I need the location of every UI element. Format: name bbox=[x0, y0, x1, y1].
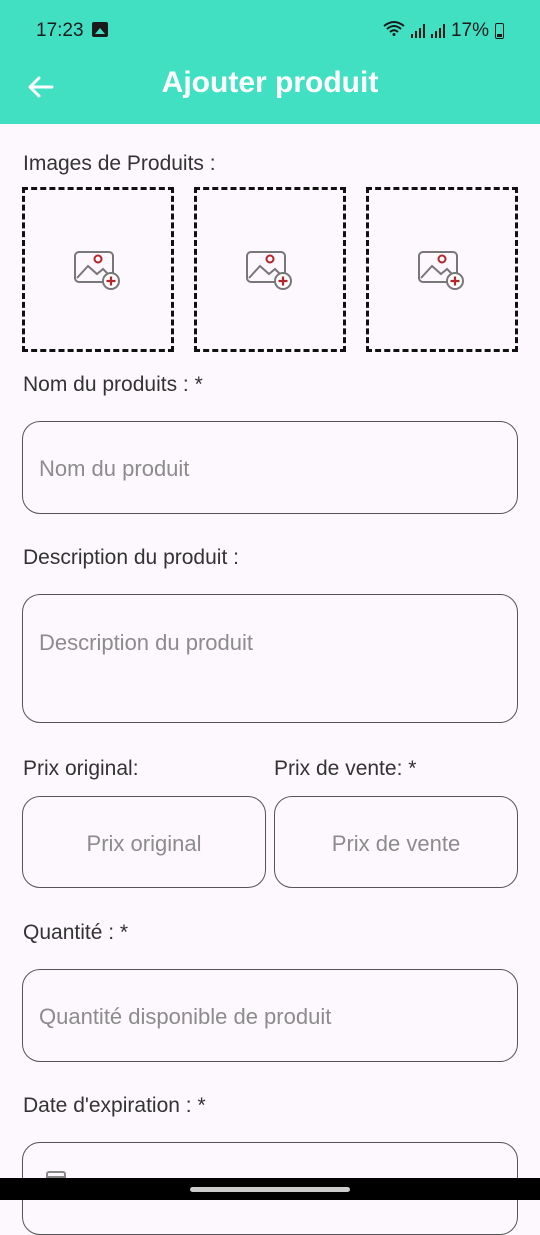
sale-price-placeholder: Prix de vente bbox=[331, 831, 461, 856]
images-label: Images de Produits : bbox=[23, 152, 216, 175]
app-bar: Ajouter produit bbox=[0, 58, 540, 124]
quantity-input[interactable]: Quantité disponible de produit bbox=[22, 969, 518, 1062]
original-price-input[interactable]: Prix original bbox=[22, 796, 266, 888]
image-slot-2[interactable] bbox=[194, 187, 346, 352]
status-bar: 17:23 17% bbox=[0, 0, 540, 58]
wifi-icon bbox=[383, 20, 405, 42]
status-time: 17:23 bbox=[36, 20, 84, 41]
product-name-input[interactable]: Nom du produit bbox=[22, 421, 518, 514]
page-title: Ajouter produit bbox=[161, 66, 379, 99]
add-image-icon bbox=[418, 250, 464, 290]
home-gesture-handle[interactable] bbox=[190, 1187, 350, 1192]
original-price-label: Prix original: bbox=[23, 757, 139, 780]
description-placeholder: Description du produit bbox=[39, 630, 254, 655]
navigation-bar bbox=[0, 1178, 540, 1200]
image-slot-1[interactable] bbox=[22, 187, 174, 352]
status-indicators: 17% bbox=[383, 20, 504, 42]
battery-icon bbox=[495, 23, 504, 39]
quantity-label: Quantité : * bbox=[23, 921, 129, 944]
gallery-notification-icon bbox=[92, 22, 108, 37]
image-slot-3[interactable] bbox=[366, 187, 518, 352]
signal-icon-2 bbox=[430, 24, 445, 38]
description-label: Description du produit : bbox=[23, 546, 239, 569]
product-name-placeholder: Nom du produit bbox=[39, 456, 190, 481]
add-image-icon bbox=[74, 250, 120, 290]
quantity-placeholder: Quantité disponible de produit bbox=[39, 1004, 332, 1029]
battery-level: 17% bbox=[450, 20, 489, 41]
product-name-label: Nom du produits : * bbox=[23, 373, 203, 396]
sale-price-label: Prix de vente: * bbox=[274, 757, 417, 780]
expiration-label: Date d'expiration : * bbox=[23, 1094, 206, 1117]
sale-price-input[interactable]: Prix de vente bbox=[274, 796, 518, 888]
signal-icon bbox=[410, 24, 425, 38]
description-input[interactable]: Description du produit bbox=[22, 594, 518, 723]
add-image-icon bbox=[246, 250, 292, 290]
original-price-placeholder: Prix original bbox=[86, 831, 202, 856]
